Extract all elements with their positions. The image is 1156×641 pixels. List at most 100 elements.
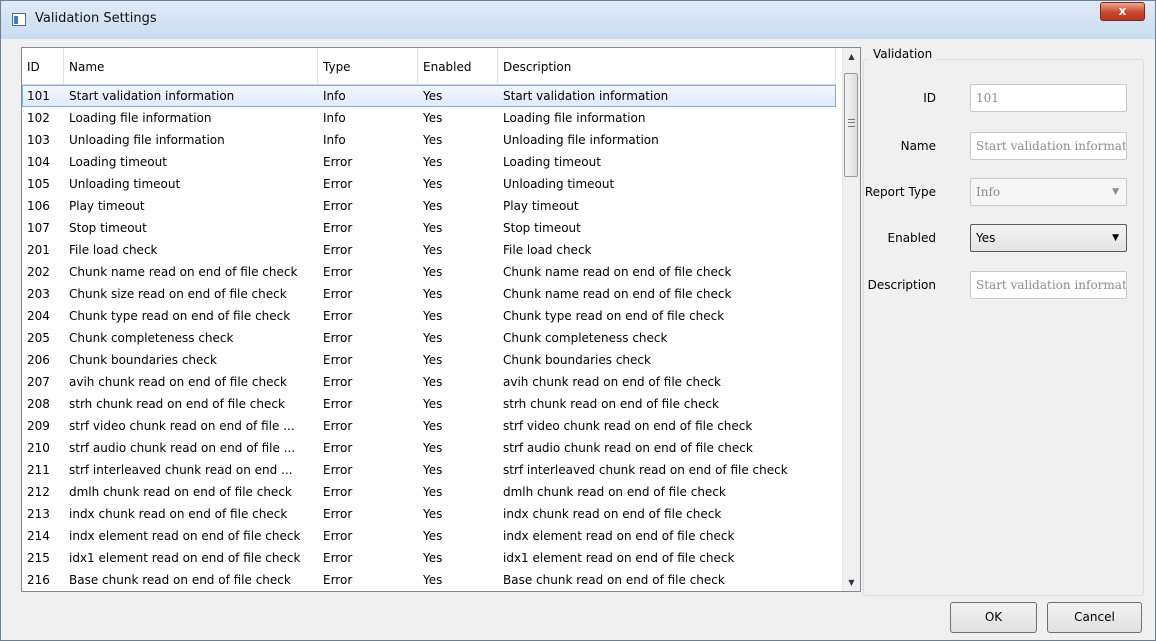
row-enabled: Yes: [423, 441, 443, 455]
row-name: Play timeout: [69, 199, 145, 213]
row-id: 104: [27, 155, 50, 169]
row-enabled: Yes: [423, 375, 443, 389]
row-enabled: Yes: [423, 309, 443, 323]
row-name: Unloading timeout: [69, 177, 181, 191]
app-window-icon: [12, 13, 26, 26]
id-field[interactable]: 101: [970, 84, 1127, 112]
table-row[interactable]: 101 Start validation information Info Yes St…: [22, 85, 836, 107]
row-enabled: Yes: [423, 507, 443, 521]
row-type: Error: [323, 441, 353, 455]
enabled-select[interactable]: Yes ▼: [970, 224, 1127, 252]
table-row[interactable]: 205 Chunk completeness check Error Yes Chunk…: [22, 327, 836, 349]
row-name: idx1 element read on end of file check: [69, 551, 301, 565]
column-header-name[interactable]: Name: [64, 48, 318, 84]
title-bar[interactable]: Validation Settings x: [1, 1, 1155, 39]
row-description: Chunk name read on end of file check: [503, 265, 732, 279]
table-row[interactable]: 210 strf audio chunk read on end of file …: [22, 437, 836, 459]
report-type-label: Report Type: [864, 185, 936, 199]
validation-grid[interactable]: ID Name Type Enabled Description 101 Star…: [21, 47, 861, 592]
table-row[interactable]: 207 avih chunk read on end of file check E…: [22, 371, 836, 393]
ok-button[interactable]: OK: [950, 602, 1037, 633]
column-header-id[interactable]: ID: [22, 48, 64, 84]
row-enabled: Yes: [423, 199, 443, 213]
row-id: 209: [27, 419, 50, 433]
row-type: Error: [323, 419, 353, 433]
row-description: Loading file information: [503, 111, 646, 125]
row-id: 208: [27, 397, 50, 411]
name-label: Name: [900, 139, 936, 153]
row-type: Error: [323, 507, 353, 521]
row-enabled: Yes: [423, 221, 443, 235]
enabled-value: Yes: [976, 231, 996, 245]
table-row[interactable]: 202 Chunk name read on end of file check E…: [22, 261, 836, 283]
column-header-description[interactable]: Description: [498, 48, 836, 84]
table-row[interactable]: 211 strf interleaved chunk read on end ..…: [22, 459, 836, 481]
row-type: Info: [323, 89, 346, 103]
row-enabled: Yes: [423, 89, 443, 103]
id-label: ID: [923, 91, 936, 105]
row-description: dmlh chunk read on end of file check: [503, 485, 726, 499]
row-enabled: Yes: [423, 133, 443, 147]
description-label: Description: [867, 278, 936, 292]
table-row[interactable]: 201 File load check Error Yes File load chec…: [22, 239, 836, 261]
table-row[interactable]: 209 strf video chunk read on end of file …: [22, 415, 836, 437]
table-row[interactable]: 104 Loading timeout Error Yes Loading timeou…: [22, 151, 836, 173]
report-type-select[interactable]: Info ▼: [970, 178, 1127, 206]
table-row[interactable]: 204 Chunk type read on end of file check E…: [22, 305, 836, 327]
row-id: 101: [27, 89, 50, 103]
table-row[interactable]: 212 dmlh chunk read on end of file check E…: [22, 481, 836, 503]
close-button[interactable]: x: [1100, 2, 1145, 21]
table-row[interactable]: 105 Unloading timeout Error Yes Unloading ti…: [22, 173, 836, 195]
scroll-up-icon[interactable]: ▲: [843, 48, 860, 65]
row-name: strf interleaved chunk read on end ...: [69, 463, 293, 477]
description-field[interactable]: Start validation informat: [970, 271, 1127, 299]
table-row[interactable]: 216 Base chunk read on end of file check E…: [22, 569, 836, 591]
row-enabled: Yes: [423, 177, 443, 191]
table-row[interactable]: 107 Stop timeout Error Yes Stop timeout: [22, 217, 836, 239]
vertical-scrollbar[interactable]: ▲ ▼: [842, 48, 860, 591]
row-type: Error: [323, 573, 353, 587]
table-row[interactable]: 208 strh chunk read on end of file check E…: [22, 393, 836, 415]
row-id: 210: [27, 441, 50, 455]
table-row[interactable]: 206 Chunk boundaries check Error Yes Chunk b…: [22, 349, 836, 371]
row-description: indx chunk read on end of file check: [503, 507, 722, 521]
row-name: Chunk completeness check: [69, 331, 234, 345]
row-name: Unloading file information: [69, 133, 225, 147]
row-type: Info: [323, 133, 346, 147]
row-description: strf audio chunk read on end of file che…: [503, 441, 753, 455]
table-row[interactable]: 213 indx chunk read on end of file check E…: [22, 503, 836, 525]
row-name: strf video chunk read on end of file ...: [69, 419, 295, 433]
row-id: 206: [27, 353, 50, 367]
grip-icon: [848, 119, 855, 127]
name-field[interactable]: Start validation informat: [970, 132, 1127, 160]
table-row[interactable]: 106 Play timeout Error Yes Play timeout: [22, 195, 836, 217]
table-row[interactable]: 214 indx element read on end of file chec…: [22, 525, 836, 547]
row-name: indx chunk read on end of file check: [69, 507, 288, 521]
row-type: Error: [323, 353, 353, 367]
row-enabled: Yes: [423, 529, 443, 543]
row-id: 102: [27, 111, 50, 125]
row-description: Chunk completeness check: [503, 331, 668, 345]
row-description: Chunk boundaries check: [503, 353, 651, 367]
table-row[interactable]: 203 Chunk size read on end of file check E…: [22, 283, 836, 305]
row-name: Chunk size read on end of file check: [69, 287, 287, 301]
grid-rows: 101 Start validation information Info Yes St…: [22, 85, 836, 591]
chevron-down-icon: ▼: [1112, 187, 1119, 197]
scroll-down-icon[interactable]: ▼: [843, 574, 860, 591]
cancel-button[interactable]: Cancel: [1047, 602, 1142, 633]
row-type: Error: [323, 265, 353, 279]
column-header-type[interactable]: Type: [318, 48, 418, 84]
row-enabled: Yes: [423, 419, 443, 433]
row-name: File load check: [69, 243, 158, 257]
row-description: Base chunk read on end of file check: [503, 573, 725, 587]
row-type: Error: [323, 331, 353, 345]
row-id: 211: [27, 463, 50, 477]
row-description: Loading timeout: [503, 155, 601, 169]
row-id: 207: [27, 375, 50, 389]
table-row[interactable]: 102 Loading file information Info Yes Loadin…: [22, 107, 836, 129]
row-type: Error: [323, 463, 353, 477]
column-header-enabled[interactable]: Enabled: [418, 48, 498, 84]
row-type: Error: [323, 287, 353, 301]
table-row[interactable]: 215 idx1 element read on end of file chec…: [22, 547, 836, 569]
table-row[interactable]: 103 Unloading file information Info Yes Unlo…: [22, 129, 836, 151]
